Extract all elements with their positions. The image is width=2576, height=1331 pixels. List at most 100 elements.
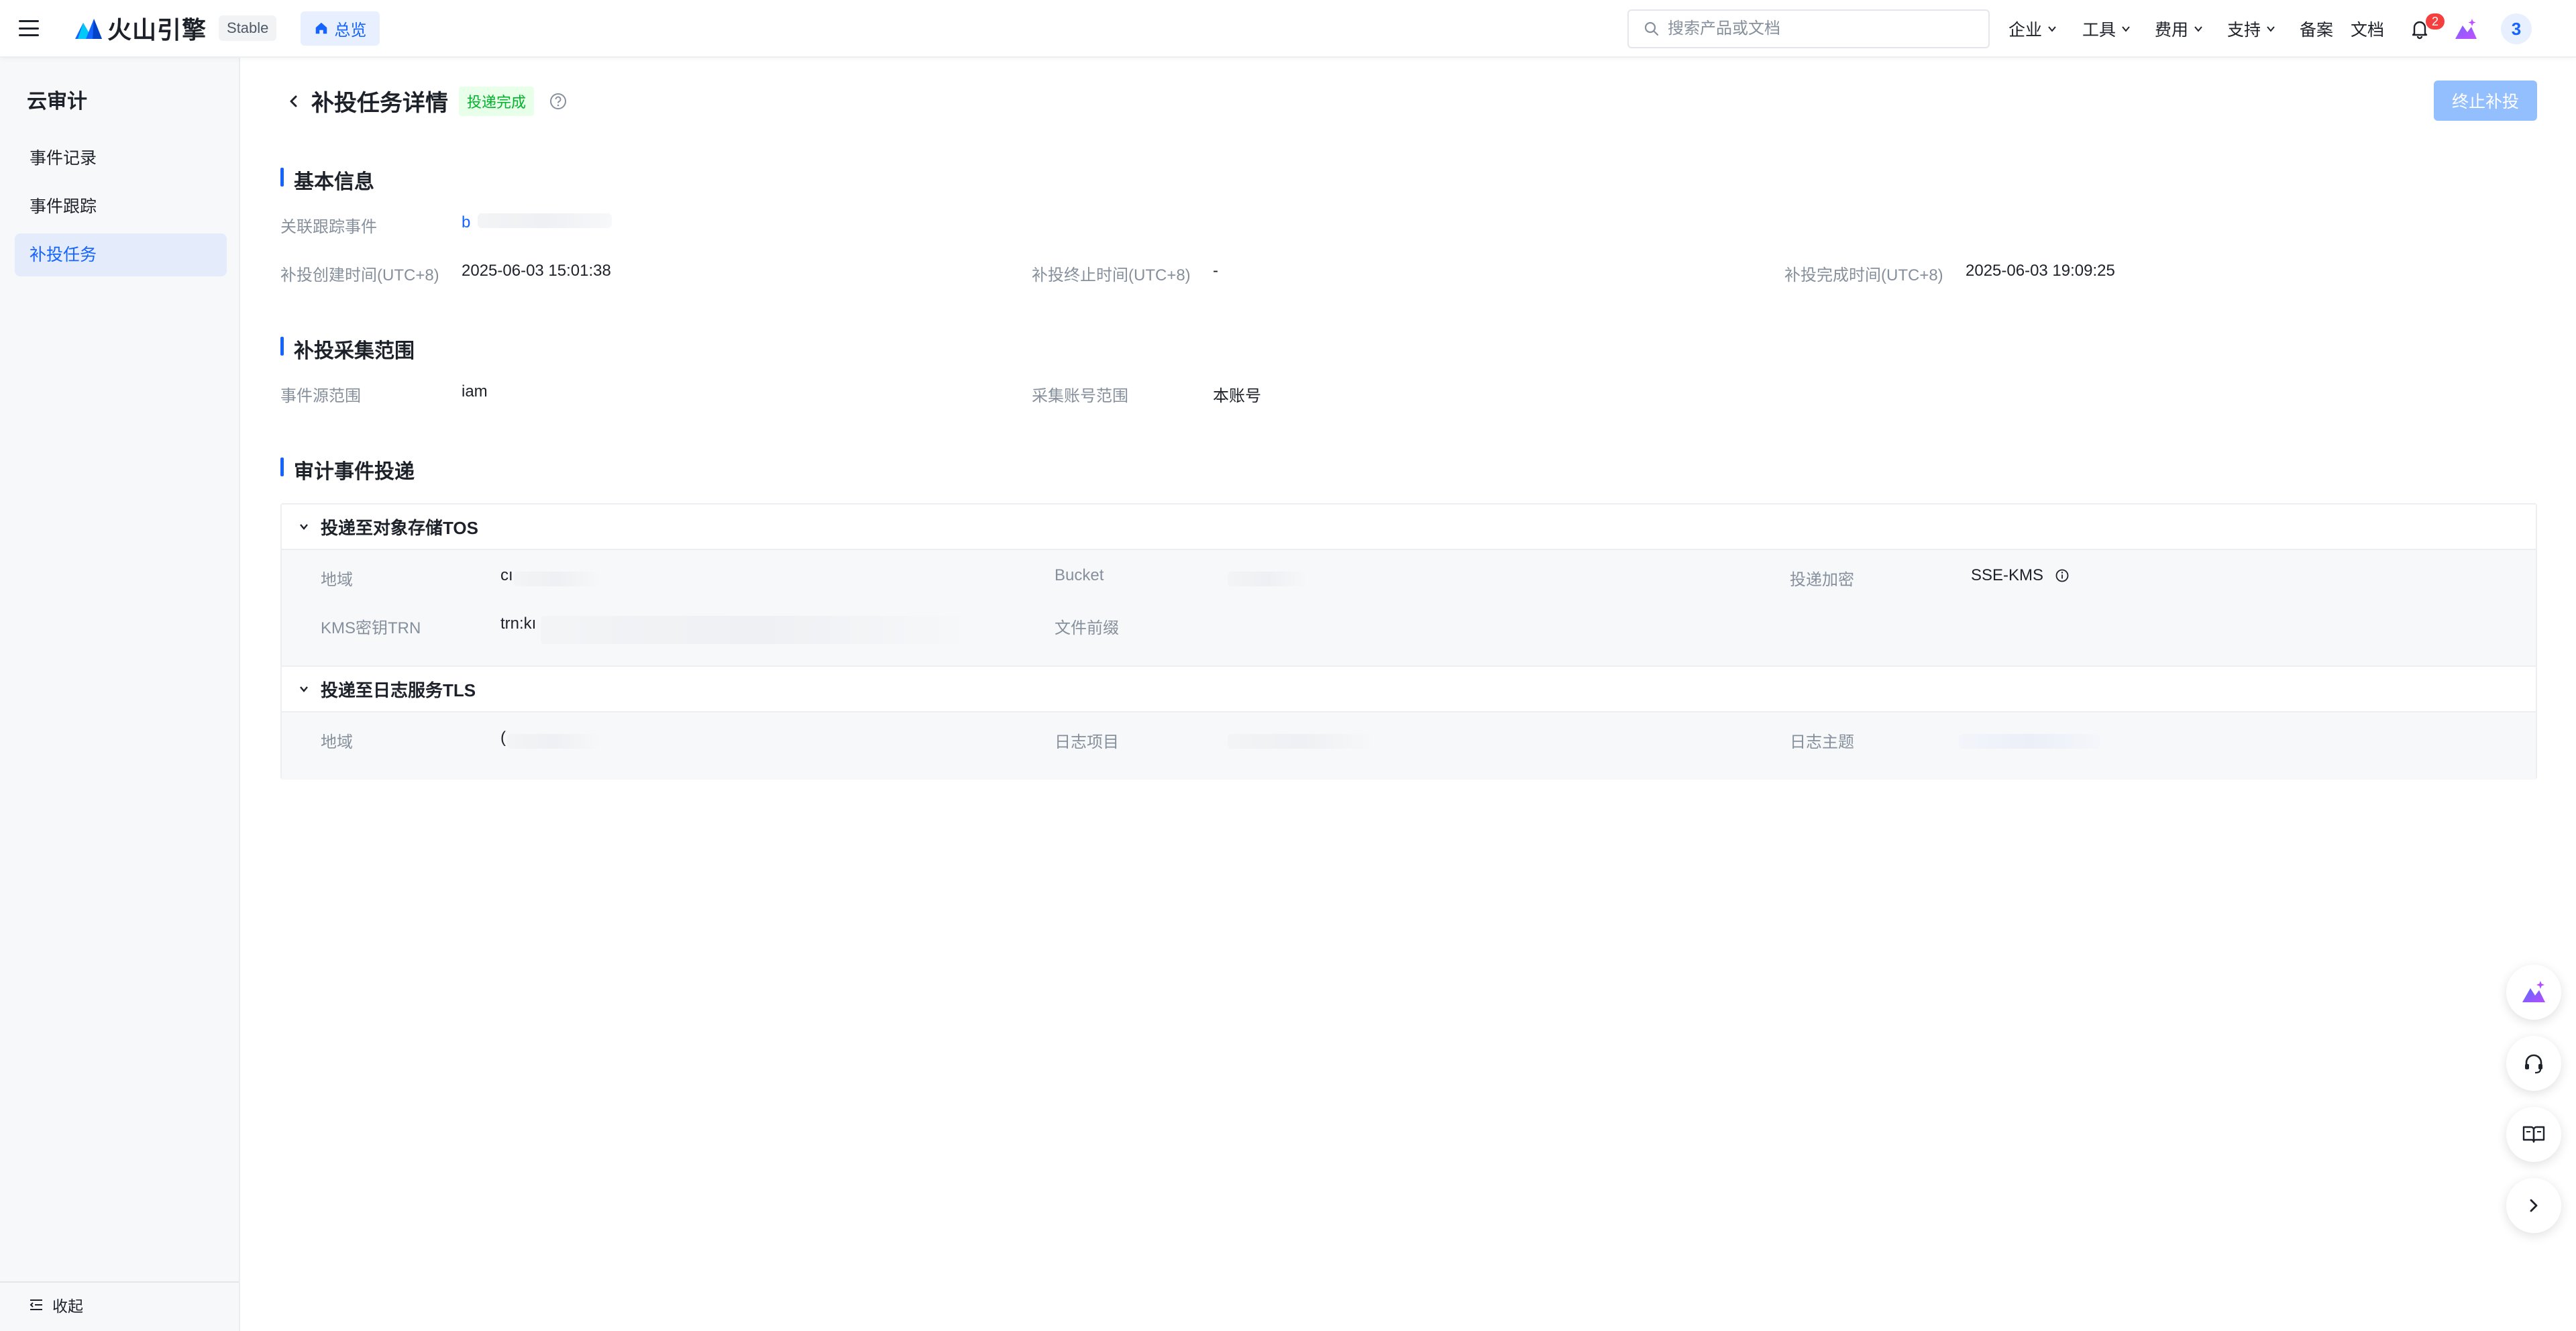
tls-group-header[interactable]: 投递至日志服务TLS [282, 667, 2536, 712]
chevron-down-icon [300, 524, 308, 530]
collapse-icon [30, 1299, 42, 1310]
created-time-label: 补投创建时间(UTC+8) [280, 266, 439, 284]
terminated-time-label: 补投终止时间(UTC+8) [1032, 266, 1191, 284]
back-icon[interactable] [284, 92, 303, 111]
sidebar-title: 云审计 [27, 91, 87, 113]
ai-assistant-icon [2522, 981, 2545, 1002]
encryption-text: SSE-KMS [1971, 566, 2044, 584]
sidebar-item-event-tracking[interactable]: 事件跟踪 [15, 185, 227, 228]
redacted-value [507, 734, 601, 749]
delivery-panel: 投递至对象存储TOS 地域 cı Bucket 投递加密 SSE-KMS KMS… [280, 503, 2537, 780]
section-delivery-title: 审计事件投递 [280, 455, 415, 484]
tls-region-value: ( [500, 729, 506, 747]
logo[interactable]: 火山引擎 [74, 11, 207, 46]
bucket-label: Bucket [1055, 566, 1104, 584]
completed-time-label: 补投完成时间(UTC+8) [1784, 266, 1943, 284]
sidebar-divider [0, 1281, 239, 1283]
status-badge: 投递完成 [459, 86, 535, 116]
redacted-value [1228, 572, 1308, 586]
avatar[interactable]: 3 [2501, 13, 2532, 44]
ai-assistant-float-button[interactable] [2506, 965, 2561, 1020]
menu-support[interactable]: 支持 [2227, 0, 2277, 58]
tls-group-title: 投递至日志服务TLS [321, 680, 476, 700]
chevron-down-icon [2048, 26, 2056, 32]
menu-billing-label: 费用 [2155, 21, 2189, 40]
search-icon [1644, 21, 1659, 36]
tos-group-title: 投递至对象存储TOS [321, 517, 478, 538]
created-time-value: 2025-06-03 15:01:38 [462, 262, 611, 280]
tls-group-body: 地域 ( 日志项目 日志主题 [282, 712, 2536, 780]
encryption-value: SSE-KMS [1971, 566, 2070, 585]
log-project-label: 日志项目 [1055, 733, 1119, 751]
event-source-value: iam [462, 382, 488, 401]
chevron-down-icon [2122, 26, 2130, 32]
stop-redelivery-button[interactable]: 终止补投 [2434, 81, 2537, 121]
brand-name: 火山引擎 [107, 16, 207, 44]
menu-enterprise[interactable]: 企业 [2008, 0, 2058, 58]
volcano-logo-icon [75, 19, 102, 39]
menu-enterprise-label: 企业 [2008, 21, 2043, 40]
docs-float-button[interactable] [2506, 1107, 2561, 1162]
expand-float-button[interactable] [2506, 1178, 2561, 1233]
env-tag: Stable [219, 15, 277, 41]
tos-group-header[interactable]: 投递至对象存储TOS [282, 504, 2536, 550]
customer-service-float-button[interactable] [2506, 1036, 2561, 1091]
log-topic-label: 日志主题 [1790, 733, 1854, 751]
tos-region-label: 地域 [321, 571, 353, 589]
kms-trn-label: KMS密钥TRN [321, 619, 421, 637]
main-content: 补投任务详情 投递完成 终止补投 基本信息 关联跟踪事件 b 补投创建时间(UT… [240, 58, 2576, 1331]
redacted-value [1959, 734, 2100, 749]
menu-tools[interactable]: 工具 [2082, 0, 2132, 58]
menu-docs[interactable]: 文档 [2351, 0, 2384, 58]
ai-assistant-icon[interactable] [2454, 17, 2478, 42]
menu-icon[interactable] [19, 20, 39, 36]
help-icon[interactable] [549, 92, 568, 111]
chevron-right-icon [2530, 1199, 2538, 1212]
tos-group-body: 地域 cı Bucket 投递加密 SSE-KMS KMS密钥TRN trn:k… [282, 550, 2536, 667]
account-scope-value: 本账号 [1213, 387, 1261, 405]
info-icon[interactable] [2055, 568, 2070, 583]
menu-docs-label: 文档 [2351, 21, 2385, 40]
kms-trn-value: trn:kı [500, 615, 537, 633]
trail-label: 关联跟踪事件 [280, 218, 377, 236]
encryption-label: 投递加密 [1790, 571, 1854, 589]
collapse-button[interactable]: 收起 [28, 1293, 83, 1316]
redacted-value [478, 213, 612, 228]
event-source-label: 事件源范围 [280, 387, 361, 405]
redacted-value [514, 572, 601, 586]
trail-link[interactable]: b [462, 213, 470, 232]
home-icon [316, 22, 327, 34]
tos-region-value: cı [500, 566, 513, 584]
menu-billing[interactable]: 费用 [2155, 0, 2204, 58]
book-icon [2522, 1126, 2545, 1143]
notification-badge: 2 [2426, 13, 2445, 30]
home-tab[interactable]: 总览 [301, 11, 380, 46]
file-prefix-label: 文件前缀 [1055, 619, 1119, 637]
menu-tools-label: 工具 [2082, 21, 2116, 40]
sidebar: 云审计 事件记录 事件跟踪 补投任务 收起 [0, 58, 240, 1331]
collapse-label: 收起 [52, 1297, 83, 1315]
sidebar-item-event-records[interactable]: 事件记录 [15, 137, 227, 180]
home-tab-label: 总览 [334, 21, 367, 40]
chevron-down-icon [2194, 26, 2202, 32]
app: 火山引擎 Stable 总览 企业 工具 费用 支持 备案 [0, 0, 2576, 1331]
page-header: 补投任务详情 投递完成 [284, 85, 568, 117]
menu-support-label: 支持 [2227, 21, 2261, 40]
chevron-down-icon [300, 686, 308, 692]
top-bar: 火山引擎 Stable 总览 企业 工具 费用 支持 备案 [0, 0, 2576, 58]
sidebar-item-redelivery-tasks[interactable]: 补投任务 [15, 233, 227, 276]
terminated-time-value: - [1213, 262, 1218, 280]
search-input[interactable] [1668, 19, 1976, 38]
section-scope-title: 补投采集范围 [280, 334, 415, 364]
menu-beian[interactable]: 备案 [2300, 0, 2333, 58]
search-box[interactable] [1627, 9, 1990, 48]
section-basic-info-title: 基本信息 [280, 165, 374, 195]
page-title: 补投任务详情 [311, 91, 448, 116]
account-scope-label: 采集账号范围 [1032, 387, 1128, 405]
chevron-down-icon [2267, 26, 2275, 32]
redacted-value [541, 616, 977, 644]
completed-time-value: 2025-06-03 19:09:25 [1966, 262, 2115, 280]
tls-region-label: 地域 [321, 733, 353, 751]
menu-beian-label: 备案 [2300, 21, 2334, 40]
headset-icon [2525, 1054, 2542, 1074]
